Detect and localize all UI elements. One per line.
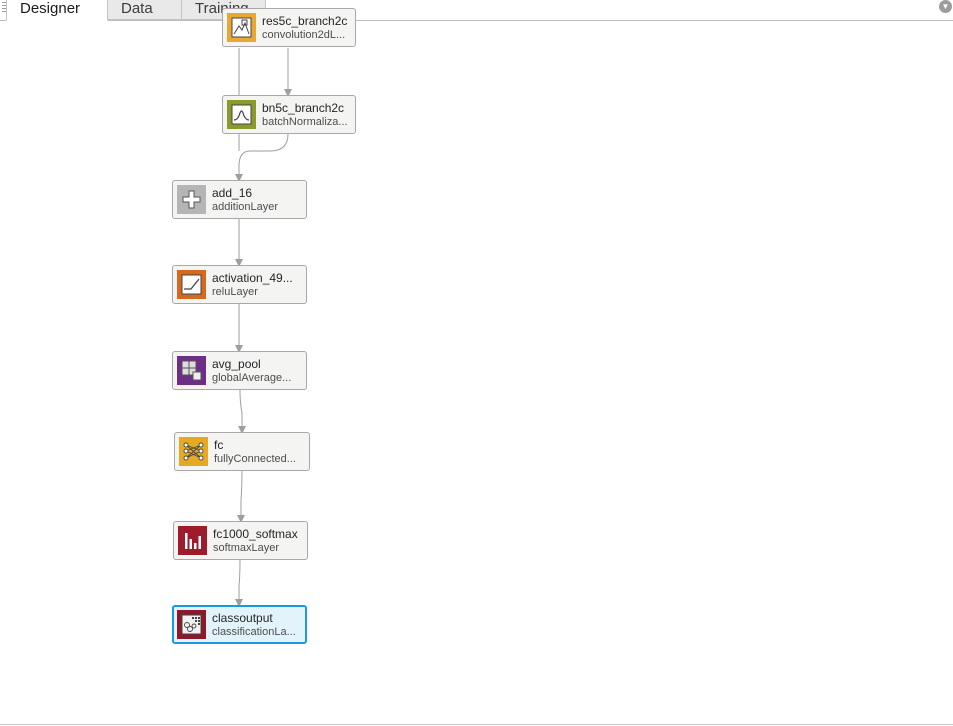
- chevron-down-icon[interactable]: ▼: [939, 0, 952, 13]
- layer-name: bn5c_branch2c: [262, 102, 345, 115]
- layer-name: add_16: [212, 187, 253, 200]
- layer-node[interactable]: activation_49... reluLayer: [172, 265, 307, 304]
- layer-type: fullyConnected...: [214, 453, 296, 465]
- tab-bar: Designer Data Training ▼: [0, 0, 953, 21]
- layer-node[interactable]: fc fullyConnected...: [174, 432, 310, 471]
- layer-name: fc: [214, 439, 224, 452]
- layer-type: classificationLa...: [212, 626, 296, 638]
- layer-type: additionLayer: [212, 201, 279, 213]
- wire-pool-fc: [238, 389, 246, 434]
- pooling-icon: [177, 356, 206, 385]
- layer-type: reluLayer: [212, 286, 258, 298]
- layer-node[interactable]: fc1000_softmax softmaxLayer: [173, 521, 308, 560]
- tab-designer[interactable]: Designer: [6, 0, 108, 21]
- network-canvas[interactable]: res5c_branch2c convolution2dL... bn5c_br…: [0, 8, 953, 724]
- tab-data[interactable]: Data: [107, 0, 182, 20]
- addition-icon: [177, 185, 206, 214]
- layer-node[interactable]: avg_pool globalAverage...: [172, 351, 307, 390]
- layer-node-selected[interactable]: classoutput classificationLa...: [172, 605, 307, 644]
- batch-normalization-icon: [227, 100, 256, 129]
- layer-name: res5c_branch2c: [262, 15, 348, 28]
- layer-node[interactable]: bn5c_branch2c batchNormaliza...: [222, 95, 356, 134]
- fully-connected-icon: [179, 437, 208, 466]
- layer-name: fc1000_softmax: [213, 528, 298, 541]
- convolution-icon: [227, 13, 256, 42]
- relu-icon: [177, 270, 206, 299]
- wire-bn-add: [235, 133, 289, 182]
- layer-type: globalAverage...: [212, 372, 292, 384]
- wire-fc-softmax: [237, 470, 245, 523]
- wire-softmax-out: [235, 559, 243, 607]
- connection-lines: [235, 48, 292, 607]
- layer-node[interactable]: res5c_branch2c convolution2dL...: [222, 8, 356, 47]
- layer-type: softmaxLayer: [213, 542, 280, 554]
- layer-type: batchNormaliza...: [262, 116, 348, 128]
- layer-name: activation_49...: [212, 272, 293, 285]
- layer-node[interactable]: add_16 additionLayer: [172, 180, 307, 219]
- classification-output-icon: [177, 610, 206, 639]
- layer-name: classoutput: [212, 612, 273, 625]
- layer-name: avg_pool: [212, 358, 261, 371]
- bottom-divider: [0, 724, 953, 725]
- layer-type: convolution2dL...: [262, 29, 346, 41]
- softmax-icon: [178, 526, 207, 555]
